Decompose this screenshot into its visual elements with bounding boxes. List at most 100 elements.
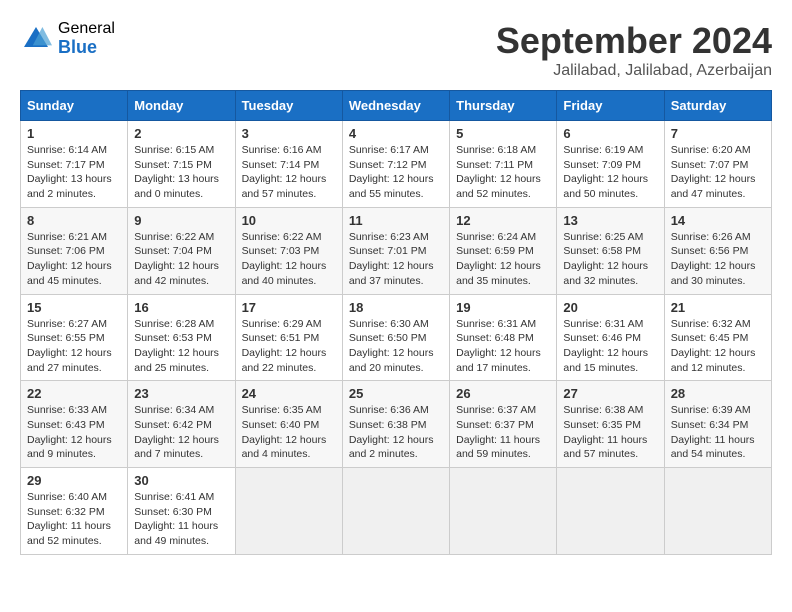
- month-title: September 2024: [496, 20, 772, 62]
- calendar-cell: 14 Sunrise: 6:26 AMSunset: 6:56 PMDaylig…: [664, 207, 771, 294]
- day-info: Sunrise: 6:26 AMSunset: 6:56 PMDaylight:…: [671, 230, 765, 289]
- calendar-cell: 7 Sunrise: 6:20 AMSunset: 7:07 PMDayligh…: [664, 121, 771, 208]
- day-info: Sunrise: 6:20 AMSunset: 7:07 PMDaylight:…: [671, 143, 765, 202]
- day-info: Sunrise: 6:36 AMSunset: 6:38 PMDaylight:…: [349, 403, 443, 462]
- calendar-header-monday: Monday: [128, 91, 235, 121]
- day-info: Sunrise: 6:17 AMSunset: 7:12 PMDaylight:…: [349, 143, 443, 202]
- day-number: 10: [242, 213, 336, 228]
- day-number: 3: [242, 126, 336, 141]
- day-info: Sunrise: 6:27 AMSunset: 6:55 PMDaylight:…: [27, 317, 121, 376]
- day-info: Sunrise: 6:31 AMSunset: 6:46 PMDaylight:…: [563, 317, 657, 376]
- calendar-header-sunday: Sunday: [21, 91, 128, 121]
- day-info: Sunrise: 6:30 AMSunset: 6:50 PMDaylight:…: [349, 317, 443, 376]
- day-info: Sunrise: 6:40 AMSunset: 6:32 PMDaylight:…: [27, 490, 121, 549]
- day-number: 17: [242, 300, 336, 315]
- day-info: Sunrise: 6:34 AMSunset: 6:42 PMDaylight:…: [134, 403, 228, 462]
- calendar-cell: 25 Sunrise: 6:36 AMSunset: 6:38 PMDaylig…: [342, 381, 449, 468]
- page-header: General Blue September 2024 Jalilabad, J…: [20, 20, 772, 80]
- day-info: Sunrise: 6:25 AMSunset: 6:58 PMDaylight:…: [563, 230, 657, 289]
- day-number: 19: [456, 300, 550, 315]
- calendar-cell: 10 Sunrise: 6:22 AMSunset: 7:03 PMDaylig…: [235, 207, 342, 294]
- calendar-cell: 23 Sunrise: 6:34 AMSunset: 6:42 PMDaylig…: [128, 381, 235, 468]
- day-info: Sunrise: 6:14 AMSunset: 7:17 PMDaylight:…: [27, 143, 121, 202]
- day-info: Sunrise: 6:32 AMSunset: 6:45 PMDaylight:…: [671, 317, 765, 376]
- calendar-header-wednesday: Wednesday: [342, 91, 449, 121]
- calendar-header-row: SundayMondayTuesdayWednesdayThursdayFrid…: [21, 91, 772, 121]
- day-number: 30: [134, 473, 228, 488]
- day-number: 28: [671, 386, 765, 401]
- calendar-week-row: 22 Sunrise: 6:33 AMSunset: 6:43 PMDaylig…: [21, 381, 772, 468]
- calendar-cell: [557, 468, 664, 555]
- day-number: 18: [349, 300, 443, 315]
- day-info: Sunrise: 6:15 AMSunset: 7:15 PMDaylight:…: [134, 143, 228, 202]
- logo-blue: Blue: [58, 38, 115, 58]
- calendar-cell: 18 Sunrise: 6:30 AMSunset: 6:50 PMDaylig…: [342, 294, 449, 381]
- calendar-week-row: 1 Sunrise: 6:14 AMSunset: 7:17 PMDayligh…: [21, 121, 772, 208]
- day-number: 11: [349, 213, 443, 228]
- calendar-header-friday: Friday: [557, 91, 664, 121]
- calendar-cell: 22 Sunrise: 6:33 AMSunset: 6:43 PMDaylig…: [21, 381, 128, 468]
- day-info: Sunrise: 6:16 AMSunset: 7:14 PMDaylight:…: [242, 143, 336, 202]
- title-block: September 2024 Jalilabad, Jalilabad, Aze…: [496, 20, 772, 80]
- day-number: 6: [563, 126, 657, 141]
- day-info: Sunrise: 6:23 AMSunset: 7:01 PMDaylight:…: [349, 230, 443, 289]
- calendar-cell: 24 Sunrise: 6:35 AMSunset: 6:40 PMDaylig…: [235, 381, 342, 468]
- calendar-header-tuesday: Tuesday: [235, 91, 342, 121]
- day-info: Sunrise: 6:21 AMSunset: 7:06 PMDaylight:…: [27, 230, 121, 289]
- day-number: 9: [134, 213, 228, 228]
- calendar-cell: 20 Sunrise: 6:31 AMSunset: 6:46 PMDaylig…: [557, 294, 664, 381]
- calendar-cell: 19 Sunrise: 6:31 AMSunset: 6:48 PMDaylig…: [450, 294, 557, 381]
- calendar-header-thursday: Thursday: [450, 91, 557, 121]
- calendar-cell: [664, 468, 771, 555]
- day-number: 7: [671, 126, 765, 141]
- day-info: Sunrise: 6:39 AMSunset: 6:34 PMDaylight:…: [671, 403, 765, 462]
- day-number: 4: [349, 126, 443, 141]
- calendar-cell: 9 Sunrise: 6:22 AMSunset: 7:04 PMDayligh…: [128, 207, 235, 294]
- day-number: 23: [134, 386, 228, 401]
- calendar-header-saturday: Saturday: [664, 91, 771, 121]
- day-number: 5: [456, 126, 550, 141]
- day-number: 2: [134, 126, 228, 141]
- day-number: 22: [27, 386, 121, 401]
- day-info: Sunrise: 6:33 AMSunset: 6:43 PMDaylight:…: [27, 403, 121, 462]
- day-info: Sunrise: 6:29 AMSunset: 6:51 PMDaylight:…: [242, 317, 336, 376]
- logo: General Blue: [20, 20, 115, 57]
- calendar-cell: 6 Sunrise: 6:19 AMSunset: 7:09 PMDayligh…: [557, 121, 664, 208]
- day-info: Sunrise: 6:22 AMSunset: 7:03 PMDaylight:…: [242, 230, 336, 289]
- day-number: 25: [349, 386, 443, 401]
- day-number: 29: [27, 473, 121, 488]
- calendar-table: SundayMondayTuesdayWednesdayThursdayFrid…: [20, 90, 772, 555]
- day-info: Sunrise: 6:41 AMSunset: 6:30 PMDaylight:…: [134, 490, 228, 549]
- calendar-cell: 1 Sunrise: 6:14 AMSunset: 7:17 PMDayligh…: [21, 121, 128, 208]
- day-info: Sunrise: 6:19 AMSunset: 7:09 PMDaylight:…: [563, 143, 657, 202]
- day-number: 1: [27, 126, 121, 141]
- calendar-cell: 5 Sunrise: 6:18 AMSunset: 7:11 PMDayligh…: [450, 121, 557, 208]
- day-info: Sunrise: 6:38 AMSunset: 6:35 PMDaylight:…: [563, 403, 657, 462]
- calendar-cell: 15 Sunrise: 6:27 AMSunset: 6:55 PMDaylig…: [21, 294, 128, 381]
- calendar-cell: 13 Sunrise: 6:25 AMSunset: 6:58 PMDaylig…: [557, 207, 664, 294]
- calendar-cell: [235, 468, 342, 555]
- day-info: Sunrise: 6:28 AMSunset: 6:53 PMDaylight:…: [134, 317, 228, 376]
- day-number: 13: [563, 213, 657, 228]
- calendar-cell: 4 Sunrise: 6:17 AMSunset: 7:12 PMDayligh…: [342, 121, 449, 208]
- logo-text: General Blue: [58, 20, 115, 57]
- calendar-cell: 11 Sunrise: 6:23 AMSunset: 7:01 PMDaylig…: [342, 207, 449, 294]
- calendar-cell: 27 Sunrise: 6:38 AMSunset: 6:35 PMDaylig…: [557, 381, 664, 468]
- location-title: Jalilabad, Jalilabad, Azerbaijan: [496, 62, 772, 80]
- calendar-cell: 26 Sunrise: 6:37 AMSunset: 6:37 PMDaylig…: [450, 381, 557, 468]
- calendar-week-row: 15 Sunrise: 6:27 AMSunset: 6:55 PMDaylig…: [21, 294, 772, 381]
- day-info: Sunrise: 6:35 AMSunset: 6:40 PMDaylight:…: [242, 403, 336, 462]
- calendar-cell: 12 Sunrise: 6:24 AMSunset: 6:59 PMDaylig…: [450, 207, 557, 294]
- logo-general: General: [58, 20, 115, 38]
- day-number: 8: [27, 213, 121, 228]
- calendar-cell: 28 Sunrise: 6:39 AMSunset: 6:34 PMDaylig…: [664, 381, 771, 468]
- calendar-cell: 2 Sunrise: 6:15 AMSunset: 7:15 PMDayligh…: [128, 121, 235, 208]
- calendar-cell: 16 Sunrise: 6:28 AMSunset: 6:53 PMDaylig…: [128, 294, 235, 381]
- day-number: 26: [456, 386, 550, 401]
- day-number: 24: [242, 386, 336, 401]
- logo-icon: [20, 23, 52, 55]
- calendar-cell: [450, 468, 557, 555]
- calendar-cell: 30 Sunrise: 6:41 AMSunset: 6:30 PMDaylig…: [128, 468, 235, 555]
- calendar-week-row: 8 Sunrise: 6:21 AMSunset: 7:06 PMDayligh…: [21, 207, 772, 294]
- day-info: Sunrise: 6:22 AMSunset: 7:04 PMDaylight:…: [134, 230, 228, 289]
